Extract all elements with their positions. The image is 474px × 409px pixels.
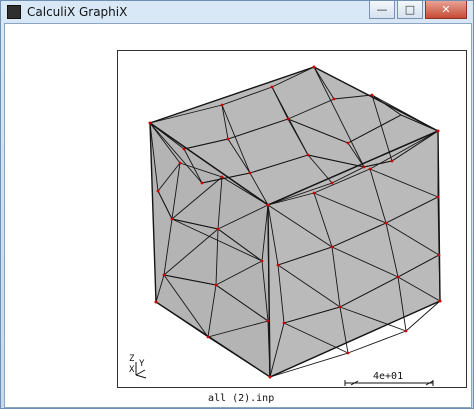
fem-cube-view bbox=[135, 65, 442, 386]
file-name-label: all (2).inp bbox=[208, 393, 275, 404]
application-window: CalculiX GraphiX — □ ✕ Z Y X 4e+01 all (… bbox=[0, 0, 474, 409]
close-icon: ✕ bbox=[441, 3, 451, 16]
app-icon bbox=[7, 5, 21, 19]
client-area: Z Y X 4e+01 all (2).inp bbox=[4, 23, 472, 408]
maximize-button[interactable]: □ bbox=[397, 1, 423, 19]
axis-label-x: X bbox=[129, 365, 135, 375]
title-bar[interactable]: CalculiX GraphiX — □ ✕ bbox=[1, 1, 473, 23]
axis-label-y: Y bbox=[139, 359, 145, 369]
window-title: CalculiX GraphiX bbox=[27, 5, 128, 19]
window-controls: — □ ✕ bbox=[369, 1, 467, 19]
graphics-viewport[interactable] bbox=[117, 50, 467, 388]
close-button[interactable]: ✕ bbox=[425, 1, 467, 19]
maximize-icon: □ bbox=[404, 3, 416, 16]
scale-value: 4e+01 bbox=[373, 371, 404, 382]
axis-label-z: Z bbox=[129, 354, 135, 364]
minimize-button[interactable]: — bbox=[369, 1, 395, 19]
minimize-icon: — bbox=[376, 3, 388, 16]
